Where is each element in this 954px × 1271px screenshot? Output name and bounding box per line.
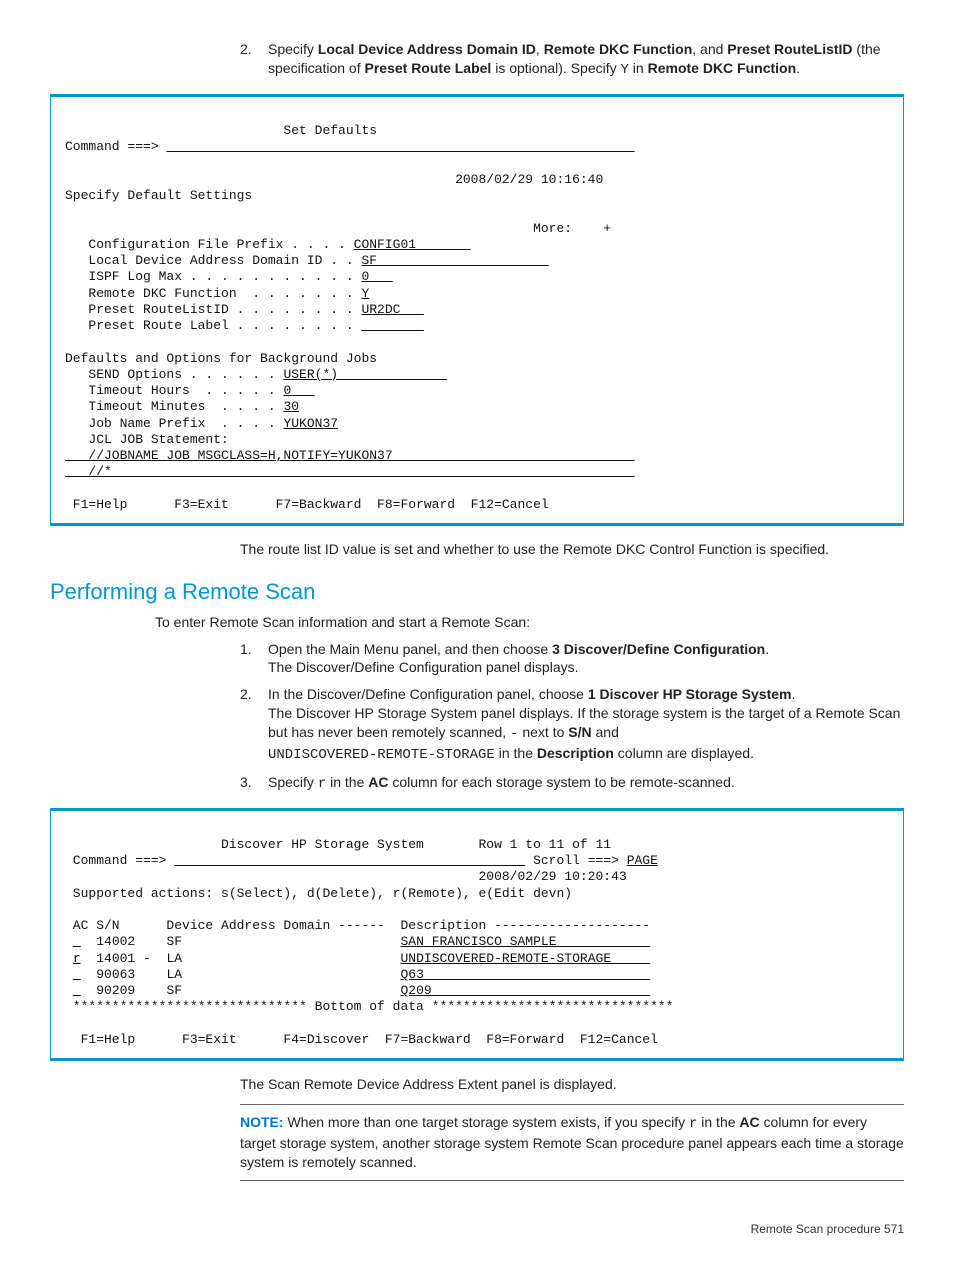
command-label: Command ===> bbox=[65, 853, 174, 868]
step-text: In the Discover/Define Configuration pan… bbox=[268, 685, 904, 765]
rs-step-3: 3. Specify r in the AC column for each s… bbox=[50, 773, 904, 794]
preset-route-label-input[interactable] bbox=[361, 318, 423, 333]
command-input[interactable] bbox=[174, 853, 525, 868]
step-number: 3. bbox=[240, 773, 268, 794]
description-field: UNDISCOVERED-REMOTE-STORAGE bbox=[400, 951, 650, 966]
step-number: 2. bbox=[240, 685, 268, 765]
description-field: Q63 bbox=[400, 967, 650, 982]
discover-storage-panel: Discover HP Storage System Row 1 to 11 o… bbox=[50, 808, 904, 1062]
timeout-minutes-input[interactable]: 30 bbox=[283, 399, 299, 414]
local-domain-id-input[interactable]: SF bbox=[361, 253, 548, 268]
scroll-label: Scroll ===> bbox=[525, 853, 626, 868]
bg-jobs-heading: Defaults and Options for Background Jobs bbox=[65, 351, 377, 366]
function-keys: F1=Help F3=Exit F4=Discover F7=Backward … bbox=[65, 1032, 658, 1047]
ac-input[interactable]: _ bbox=[73, 934, 81, 949]
step-text: Specify Local Device Address Domain ID, … bbox=[268, 40, 904, 80]
timeout-hours-input[interactable]: 0 bbox=[283, 383, 314, 398]
remote-dkc-function-input[interactable]: Y bbox=[361, 286, 369, 301]
ac-input[interactable]: _ bbox=[73, 967, 81, 982]
command-label: Command ===> bbox=[65, 139, 166, 154]
jcl-statement-1[interactable]: //JOBNAME JOB MSGCLASS=H,NOTIFY=YUKON37 bbox=[65, 448, 635, 463]
note-block: NOTE: When more than one target storage … bbox=[240, 1104, 904, 1181]
after-panel-2-text: The Scan Remote Device Address Extent pa… bbox=[50, 1075, 904, 1094]
description-field: Q209 bbox=[400, 983, 650, 998]
step-number: 2. bbox=[240, 40, 268, 80]
rs-step-2: 2. In the Discover/Define Configuration … bbox=[50, 685, 904, 765]
page-footer: Remote Scan procedure 571 bbox=[50, 1221, 904, 1237]
config-file-prefix-input[interactable]: CONFIG01 bbox=[354, 237, 471, 252]
panel-datetime: 2008/02/29 10:20:43 bbox=[65, 869, 627, 884]
jcl-statement-2[interactable]: //* bbox=[65, 464, 635, 479]
ispf-log-max-input[interactable]: 0 bbox=[361, 269, 392, 284]
specify-label: Specify Default Settings bbox=[65, 188, 252, 203]
panel-title: Set Defaults bbox=[65, 123, 377, 138]
section-heading: Performing a Remote Scan bbox=[50, 577, 904, 607]
panel-datetime: 2008/02/29 10:16:40 bbox=[65, 172, 603, 187]
ac-input[interactable]: r bbox=[73, 951, 81, 966]
function-keys: F1=Help F3=Exit F7=Backward F8=Forward F… bbox=[65, 497, 549, 512]
step-2: 2. Specify Local Device Address Domain I… bbox=[50, 40, 904, 80]
more-indicator: More: + bbox=[65, 221, 611, 236]
column-headers: AC S/N Device Address Domain ------ Desc… bbox=[65, 918, 650, 933]
preset-routelistid-input[interactable]: UR2DC bbox=[361, 302, 423, 317]
bottom-of-data: ****************************** Bottom of… bbox=[65, 999, 674, 1014]
ac-input[interactable]: _ bbox=[73, 983, 81, 998]
intro-text: To enter Remote Scan information and sta… bbox=[50, 613, 904, 632]
job-name-prefix-input[interactable]: YUKON37 bbox=[283, 416, 338, 431]
rs-step-1: 1. Open the Main Menu panel, and then ch… bbox=[50, 640, 904, 678]
jcl-label: JCL JOB Statement: bbox=[65, 432, 229, 447]
set-defaults-panel: Set Defaults Command ===> 2008/02/29 10:… bbox=[50, 94, 904, 526]
step-number: 1. bbox=[240, 640, 268, 678]
after-panel-1-text: The route list ID value is set and wheth… bbox=[50, 540, 904, 559]
note-label: NOTE: bbox=[240, 1114, 284, 1130]
supported-actions: Supported actions: s(Select), d(Delete),… bbox=[65, 886, 572, 901]
command-input[interactable] bbox=[166, 139, 634, 154]
step-text: Specify r in the AC column for each stor… bbox=[268, 773, 735, 794]
panel-title: Discover HP Storage System Row 1 to 11 o… bbox=[65, 837, 611, 852]
description-field: SAN FRANCISCO SAMPLE bbox=[400, 934, 650, 949]
send-options-input[interactable]: USER(*) bbox=[283, 367, 447, 382]
scroll-input[interactable]: PAGE bbox=[627, 853, 658, 868]
step-text: Open the Main Menu panel, and then choos… bbox=[268, 640, 769, 678]
